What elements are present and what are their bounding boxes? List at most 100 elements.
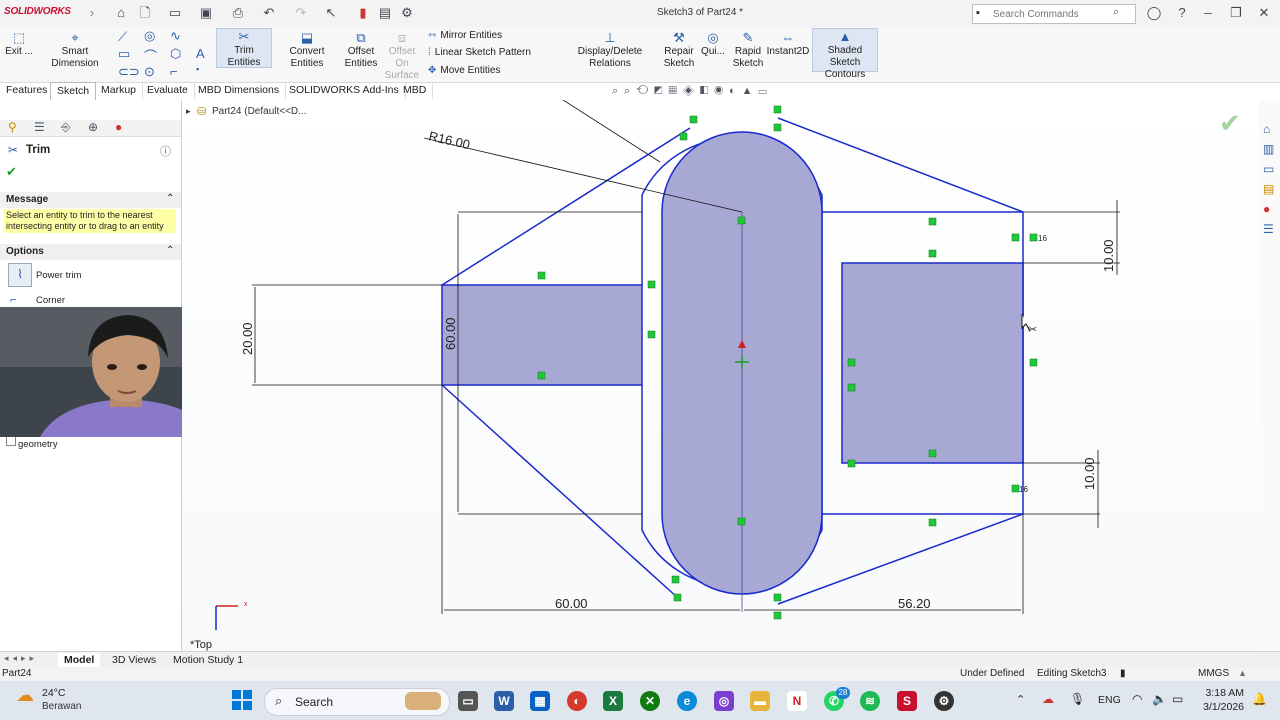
linear-sketch-pattern-button[interactable]: ⁞ Linear Sketch Pattern [428,47,531,59]
power-trim-option[interactable]: Power trim [36,270,81,281]
save-icon[interactable]: ▣ [198,5,214,21]
tab-mbd[interactable]: MBD [397,82,434,99]
microphone-icon[interactable]: 🎙 [1070,692,1085,706]
graphics-area[interactable]: ▸ ⛁ Part24 (Default<<D... ⌕⌕⟲◩▦◈◧◉◐▲▭ .s… [182,85,1259,652]
polygon-icon[interactable]: ⬡ [170,46,181,62]
section-view-icon[interactable]: ◩ [654,85,668,97]
apply-scene-icon[interactable]: ▲ [742,85,759,97]
property-manager-icon[interactable]: ☰ [34,120,45,134]
design-library-icon[interactable]: ▥ [1263,142,1274,156]
units-chevron-icon[interactable]: ▴ [1240,667,1245,681]
ellipse-icon[interactable]: ⊙ [144,64,155,80]
instant2d-button[interactable]: ⇔ Instant2D [766,30,810,58]
edit-appearance-icon[interactable]: ◐ [729,85,742,97]
repair-sketch-button[interactable]: ⚒ Repair Sketch [663,30,695,70]
help-icon[interactable]: ? [1174,5,1190,21]
xbox-icon[interactable]: ✕ [640,691,660,711]
view-settings-icon[interactable]: ▭ [759,85,773,97]
rapid-sketch-button[interactable]: ✎ Rapid Sketch [732,30,764,70]
previous-view-icon[interactable]: ⟲ [636,85,654,97]
power-trim-icon[interactable]: ⌇ [8,263,32,287]
display-delete-relations-button[interactable]: ⊥ Display/Delete Relations [560,30,660,70]
help-circle-icon[interactable]: ⓘ [160,143,171,159]
display-style-icon[interactable]: ◧ [700,85,714,97]
radius-dimension[interactable]: R16.00 [427,128,471,152]
right-rectangle[interactable] [841,262,1024,464]
left-rectangle[interactable] [441,284,643,386]
appearances-icon[interactable]: ● [1263,202,1270,216]
zoom-area-icon[interactable]: ⌕ [624,85,636,97]
smart-dimension-button[interactable]: ⌖ Smart Dimension [38,30,112,70]
exit-sketch-button[interactable]: ⬚ Exit ... [4,30,34,58]
chevron-right-icon[interactable]: › [84,5,100,21]
tab-3d-views[interactable]: 3D Views [106,653,162,667]
corner-option[interactable]: Corner [36,295,65,306]
feature-manager-icon[interactable]: ⚲ [8,120,17,134]
view-orientation-icon[interactable]: ◈ [683,85,700,97]
minimize-icon[interactable]: – [1200,5,1216,21]
arc-icon[interactable]: ⌒ [144,46,157,65]
move-entities-button[interactable]: ✥ Move Entities [428,65,500,77]
redo-icon[interactable]: ↷ [293,5,309,21]
undo-icon[interactable]: ↶ [261,5,277,21]
clock-date[interactable]: 3/1/2026 [1200,701,1244,713]
dimxpert-icon[interactable]: ⊕ [88,120,98,134]
tab-model[interactable]: Model [58,653,101,667]
text-icon[interactable]: A [196,46,205,61]
line-icon[interactable]: ⟋ [118,29,127,45]
excel-icon[interactable]: X [603,691,623,711]
tab-mbd-dimensions[interactable]: MBD Dimensions [192,82,287,99]
trim-entities-button[interactable]: ✂ Trim Entities [216,28,272,68]
windows-start-icon[interactable] [232,690,252,710]
new-document-icon[interactable]: 🗋 [137,5,153,21]
pdf-reader-icon[interactable]: ◐ [567,691,587,711]
tab-markup[interactable]: Markup [95,82,144,99]
options-collapse-chevron-icon[interactable]: ⌃ [166,245,174,256]
dimension-10-bottom[interactable]: 10.00 [1082,457,1097,490]
options-gear-icon[interactable]: ⚙ [399,5,415,21]
file-explorer-icon[interactable]: ▭ [1263,162,1274,176]
settings-taskbar-icon[interactable]: ⚙ [934,691,954,711]
language-indicator[interactable]: ENG [1098,694,1121,706]
message-header[interactable]: Message ⌃ [0,192,181,208]
mirror-entities-button[interactable]: ⇿ Mirror Entities [428,30,502,42]
convert-entities-button[interactable]: ⬓ Convert Entities [272,30,342,70]
ok-checkmark-icon[interactable]: ✔ [6,164,17,180]
hide-show-icon[interactable]: ◉ [714,85,729,97]
notification-bell-icon[interactable]: 🔔 [1252,692,1267,706]
spotify-icon[interactable]: ≋ [860,691,880,711]
volume-icon[interactable]: 🔈 [1152,692,1167,706]
print-icon[interactable]: ⎙ [230,5,246,21]
solidworks-taskbar-icon[interactable]: S [897,691,917,711]
shaded-sketch-contours-button[interactable]: ▲ Shaded Sketch Contours [812,28,878,80]
select-arrow-icon[interactable]: ↖ [323,5,339,21]
tab-motion-study[interactable]: Motion Study 1 [167,653,249,667]
tab-solidworks-add-ins[interactable]: SOLIDWORKS Add-Ins [283,82,406,99]
search-commands-input[interactable] [991,5,1115,23]
collapse-chevron-icon[interactable]: ⌃ [166,193,174,204]
tray-chevron-icon[interactable]: ⌃ [1016,693,1025,706]
tab-scroll-arrows-icon[interactable]: ◂◂▸▸ [4,653,38,664]
restore-icon[interactable]: ❐ [1228,5,1244,21]
screen-recorder-icon[interactable]: ◎ [714,691,734,711]
file-properties-icon[interactable]: ▤ [377,5,393,21]
tab-evaluate[interactable]: Evaluate [141,82,195,99]
sketch-drawing[interactable]: .sk { stroke:#1a2bcc; stroke-width:1.5; … [182,100,1259,652]
netflix-icon[interactable]: N [787,691,807,711]
geometry-checkbox[interactable] [6,436,16,446]
rectangle-icon[interactable]: ▭ [118,46,130,62]
taskbar-search-box[interactable]: ⌕ Search [264,688,450,716]
custom-properties-icon[interactable]: ☰ [1263,222,1274,236]
fillet-icon[interactable]: ⌐ [170,64,178,79]
display-manager-icon[interactable]: ● [115,120,122,134]
zoom-to-fit-icon[interactable]: ⌕ [612,85,624,97]
height-dimension-20[interactable]: 20.00 [240,322,255,355]
point-icon[interactable]: ▪ [196,64,199,74]
wifi-icon[interactable]: ◠ [1132,692,1142,706]
edge-icon[interactable]: e [677,691,697,711]
corner-icon[interactable]: ⌐ [10,294,16,306]
tab-sketch[interactable]: Sketch [50,82,97,100]
options-header[interactable]: Options ⌃ [0,244,181,260]
user-icon[interactable]: ◯ [1146,5,1162,21]
tab-features[interactable]: Features [0,82,55,99]
